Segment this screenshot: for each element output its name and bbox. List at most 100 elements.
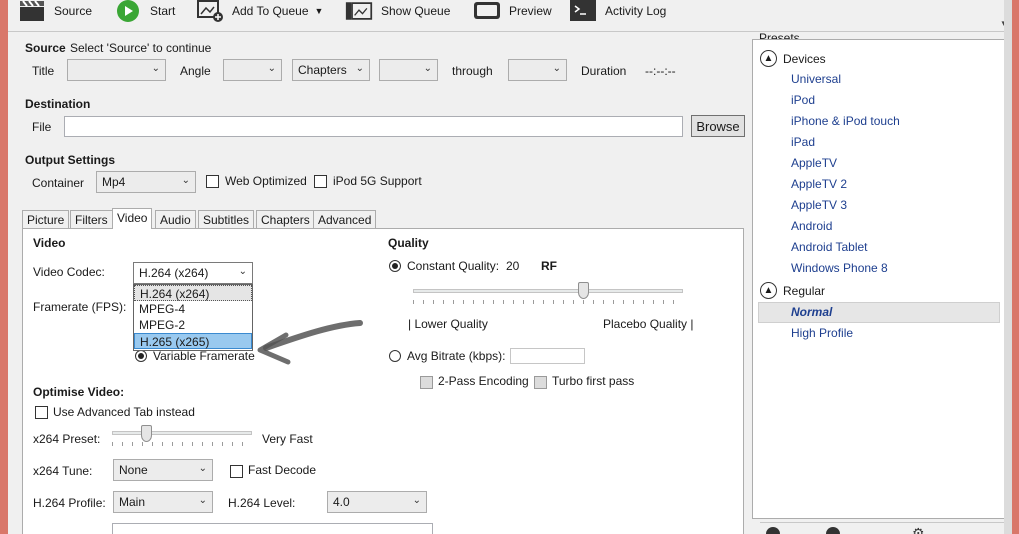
codec-option-h264-label: H.264 (x264) xyxy=(140,287,210,301)
tab-filters-label: Filters xyxy=(75,213,108,227)
chapter-start-select[interactable]: ⌄ xyxy=(379,59,438,81)
caret-down-icon[interactable]: ▼ xyxy=(315,6,324,16)
video-codec-value: H.264 (x264) xyxy=(139,266,209,280)
browse-button[interactable]: Browse xyxy=(691,115,745,137)
preset-item[interactable]: AppleTV xyxy=(791,156,837,170)
x264-tune-select[interactable]: None ⌄ xyxy=(113,459,213,481)
ipod-5g-checkbox[interactable] xyxy=(314,175,327,188)
x264-tune-label: x264 Tune: xyxy=(33,464,93,478)
preset-item[interactable]: High Profile xyxy=(791,326,853,340)
preview-button[interactable]: Preview xyxy=(473,0,552,22)
tab-video[interactable]: Video xyxy=(112,208,153,229)
container-select[interactable]: Mp4 ⌄ xyxy=(96,171,196,193)
x264-tune-value: None xyxy=(119,463,148,477)
angle-select[interactable]: ⌄ xyxy=(223,59,282,81)
preset-group-regular-label: Regular xyxy=(783,283,826,298)
radio-dot xyxy=(138,353,144,359)
quality-heading: Quality xyxy=(388,236,429,250)
video-tab-panel xyxy=(22,228,744,534)
x264-preset-value: Very Fast xyxy=(262,432,313,446)
preset-item[interactable]: Android xyxy=(791,219,832,233)
preset-item[interactable]: AppleTV 3 xyxy=(791,198,847,212)
avg-bitrate-input[interactable] xyxy=(510,348,585,364)
preset-item[interactable]: iPad xyxy=(791,135,815,149)
source-heading: Source xyxy=(25,41,66,55)
x264-preset-thumb[interactable] xyxy=(140,425,152,442)
add-to-queue-button[interactable]: Add To Queue ▼ xyxy=(196,0,323,22)
queue-icon xyxy=(345,0,373,22)
x264-preset-ticks xyxy=(112,442,252,446)
chevron-down-icon: ⌄ xyxy=(267,63,276,74)
remove-preset-icon[interactable] xyxy=(826,527,840,534)
video-codec-select[interactable]: H.264 (x264) ⌄ xyxy=(133,262,253,284)
presets-toolbar: ⚙ xyxy=(760,522,1008,534)
container-value: Mp4 xyxy=(102,175,126,189)
x264-preset-track[interactable] xyxy=(112,431,252,435)
tab-picture-label: Picture xyxy=(27,213,65,227)
show-queue-button[interactable]: Show Queue xyxy=(345,0,450,22)
tab-subtitles[interactable]: Subtitles xyxy=(198,210,255,229)
chevron-down-icon: ⌄ xyxy=(181,175,190,186)
show-queue-label: Show Queue xyxy=(381,4,451,18)
turbo-first-pass-checkbox[interactable] xyxy=(534,376,547,389)
rf-label: RF xyxy=(541,259,557,273)
tab-picture[interactable]: Picture xyxy=(22,210,70,229)
codec-option-h265[interactable]: H.265 (x265) xyxy=(134,333,252,349)
preset-item-selected[interactable]: Normal xyxy=(791,305,832,319)
handbrake-window: Source Start Add To Queue ▼ Show Queue P… xyxy=(8,0,1012,534)
add-preset-icon[interactable] xyxy=(766,527,780,534)
destination-file-input[interactable] xyxy=(64,116,683,137)
source-button[interactable]: Source xyxy=(18,0,92,22)
title-label: Title xyxy=(32,64,55,78)
start-button[interactable]: Start xyxy=(114,0,175,22)
fast-decode-checkbox[interactable] xyxy=(230,465,243,478)
preset-item[interactable]: AppleTV 2 xyxy=(791,177,847,191)
collapse-icon[interactable]: ▲ xyxy=(760,50,777,67)
quality-slider-track[interactable] xyxy=(413,289,683,293)
h264-level-label: H.264 Level: xyxy=(228,496,296,510)
preset-item[interactable]: Android Tablet xyxy=(791,240,868,254)
preset-item[interactable]: Universal xyxy=(791,72,841,86)
range-mode-select[interactable]: Chapters ⌄ xyxy=(292,59,370,81)
quality-slider-thumb[interactable] xyxy=(578,282,590,299)
codec-option-mpeg2[interactable]: MPEG-2 xyxy=(134,317,252,333)
constant-quality-radio[interactable] xyxy=(389,260,401,272)
activity-log-button[interactable]: Activity Log xyxy=(569,0,666,22)
angle-label: Angle xyxy=(180,64,211,78)
chevron-down-icon: ⌄ xyxy=(412,495,421,506)
preset-options-gear-icon[interactable]: ⚙ xyxy=(912,525,925,534)
use-advanced-tab-checkbox[interactable] xyxy=(35,406,48,419)
web-optimized-checkbox[interactable] xyxy=(206,175,219,188)
clapperboard-icon xyxy=(18,0,46,22)
two-pass-checkbox[interactable] xyxy=(420,376,433,389)
preset-item[interactable]: iPhone & iPod touch xyxy=(791,114,900,128)
codec-option-h264[interactable]: H.264 (x264) xyxy=(134,285,252,301)
container-label: Container xyxy=(32,176,85,190)
preset-item[interactable]: Windows Phone 8 xyxy=(791,261,888,275)
codec-option-mpeg4[interactable]: MPEG-4 xyxy=(134,301,252,317)
video-codec-dropdown-list: H.264 (x264) MPEG-4 MPEG-2 H.265 (x265) xyxy=(133,284,253,351)
tab-chapters[interactable]: Chapters xyxy=(256,210,315,229)
play-icon xyxy=(114,0,142,22)
extra-options-input[interactable] xyxy=(112,523,433,534)
tab-audio[interactable]: Audio xyxy=(155,210,196,229)
start-button-label: Start xyxy=(150,4,176,18)
tab-filters[interactable]: Filters xyxy=(70,210,113,229)
preset-group-regular[interactable]: ▲ Regular xyxy=(760,282,825,299)
output-settings-heading: Output Settings xyxy=(25,153,115,167)
variable-framerate-radio[interactable] xyxy=(135,350,147,362)
preset-item[interactable]: iPod xyxy=(791,93,815,107)
collapse-icon[interactable]: ▲ xyxy=(760,282,777,299)
video-heading: Video xyxy=(33,236,66,250)
use-advanced-tab-label: Use Advanced Tab instead xyxy=(53,405,195,419)
chapter-end-select[interactable]: ⌄ xyxy=(508,59,567,81)
preset-group-devices[interactable]: ▲ Devices xyxy=(760,50,826,67)
h264-level-select[interactable]: 4.0 ⌄ xyxy=(327,491,427,513)
tab-advanced[interactable]: Advanced xyxy=(313,210,377,229)
tab-audio-label: Audio xyxy=(160,213,191,227)
title-select[interactable]: ⌄ xyxy=(67,59,166,81)
h264-profile-select[interactable]: Main ⌄ xyxy=(113,491,213,513)
monitor-icon xyxy=(473,0,501,22)
avg-bitrate-radio[interactable] xyxy=(389,350,401,362)
source-button-label: Source xyxy=(54,4,93,18)
